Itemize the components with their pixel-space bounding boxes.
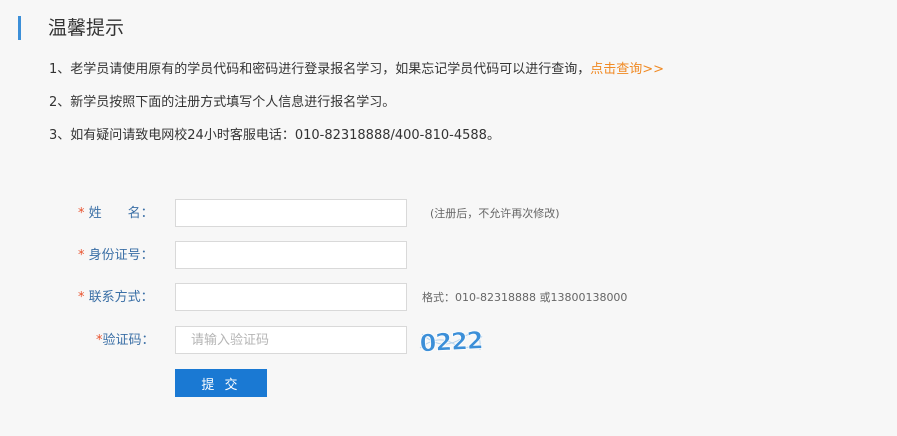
notice-list: 1、老学员请使用原有的学员代码和密码进行登录报名学习，如果忘记学员代码可以进行查…: [49, 59, 869, 158]
title-accent-bar: [18, 16, 21, 40]
form-row-id-number: * 身份证号：: [0, 241, 897, 271]
required-mark: *: [78, 206, 85, 221]
form-row-name: * 姓 名： (注册后，不允许再次修改): [0, 199, 897, 229]
form-row-captcha: *验证码： 0222: [0, 326, 897, 356]
notice-line-3: 3、如有疑问请致电网校24小时客服电话：010-82318888/400-810…: [49, 128, 500, 143]
contact-input[interactable]: [175, 283, 407, 311]
form-row-contact: * 联系方式： 格式：010-82318888 或13800138000: [0, 283, 897, 313]
submit-button[interactable]: 提 交: [175, 369, 267, 397]
required-mark: *: [78, 290, 85, 305]
notice-line-1: 1、老学员请使用原有的学员代码和密码进行登录报名学习，如果忘记学员代码可以进行查…: [49, 59, 869, 81]
contact-label-text: 联系方式：: [88, 290, 154, 305]
captcha-image-text: 0222: [419, 326, 483, 356]
id-number-input[interactable]: [175, 241, 407, 269]
captcha-label-text: 验证码：: [102, 333, 155, 348]
name-label-text: 姓 名：: [88, 206, 154, 221]
contact-label: * 联系方式：: [78, 283, 154, 313]
notice-line-2: 2、新学员按照下面的注册方式填写个人信息进行报名学习。: [49, 95, 396, 110]
name-input[interactable]: [175, 199, 407, 227]
page-title: 温馨提示: [48, 17, 125, 39]
contact-hint: 格式：010-82318888 或13800138000: [422, 291, 628, 304]
section-title-bar: 温馨提示: [18, 16, 124, 40]
name-label: * 姓 名：: [78, 199, 154, 229]
captcha-label: *验证码：: [96, 326, 155, 356]
captcha-image[interactable]: 0222: [418, 326, 484, 356]
id-number-label: * 身份证号：: [78, 241, 154, 271]
query-link[interactable]: 点击查询>>: [590, 62, 664, 77]
required-mark: *: [78, 248, 85, 263]
name-hint: (注册后，不允许再次修改): [430, 207, 560, 220]
captcha-input[interactable]: [175, 326, 407, 354]
notice-line-1-text: 1、老学员请使用原有的学员代码和密码进行登录报名学习，如果忘记学员代码可以进行查…: [49, 62, 591, 77]
id-number-label-text: 身份证号：: [88, 248, 154, 263]
